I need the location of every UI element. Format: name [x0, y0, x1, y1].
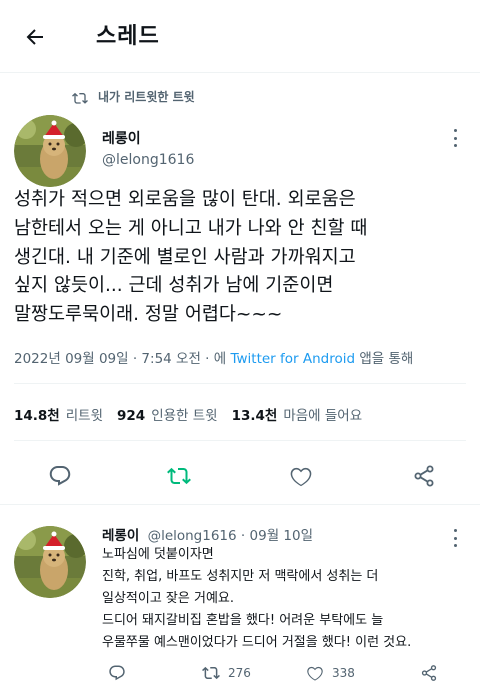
quotes-count: 924 — [117, 408, 146, 424]
likes-stat[interactable]: 13.4천 마음에 들어요 — [232, 404, 363, 424]
reply-action-bar: 276 338 — [102, 664, 472, 688]
author-name[interactable]: 레롱이 — [102, 128, 141, 148]
tweet-datetime[interactable]: 2022년 09월 09일 · 7:54 오전 — [14, 351, 201, 367]
reply-text-line: 일상적이고 잦은 거예요. — [102, 591, 234, 606]
reply-date[interactable]: 09월 10일 — [250, 528, 314, 544]
reply-text-line: 노파심에 덧붙이자면 — [102, 547, 214, 562]
via-prefix: · 에 — [200, 351, 231, 367]
share-button[interactable] — [410, 462, 438, 490]
tweet-text-line: 말짱도루묵이래. 정말 어렵다~~~ — [14, 304, 283, 326]
more-dot — [453, 536, 457, 540]
reply-text-line: 드디어 돼지갈비집 혼밥을 했다! 어려운 부탁에도 늘 — [102, 613, 384, 628]
via-suffix: 앱을 통해 — [355, 351, 414, 367]
retweet-icon — [72, 92, 88, 104]
quotes-stat[interactable]: 924 인용한 트윗 — [117, 404, 218, 424]
reply-author-name[interactable]: 레롱이 — [102, 528, 139, 544]
quotes-label: 인용한 트윗 — [151, 408, 218, 424]
retweet-icon — [202, 666, 220, 680]
back-button[interactable] — [20, 22, 50, 52]
retweets-stat[interactable]: 14.8천 리트윗 — [14, 404, 103, 424]
tweet-text-line: 성취가 적으면 외로움을 많이 탄대. 외로움은 — [14, 189, 356, 210]
page-title: 스레드 — [96, 24, 160, 49]
reply-like-button[interactable]: 338 — [306, 664, 355, 682]
reply-share-button[interactable] — [420, 664, 438, 682]
retweet-context[interactable]: 내가 리트윗한 트윗 — [72, 88, 195, 105]
likes-label: 마음에 들어요 — [283, 408, 363, 424]
arrow-left-icon — [26, 29, 43, 45]
reply-text-line: 우물쭈물 예스맨이었다가 드디어 거절을 했다! 이런 것요. — [102, 635, 412, 650]
retweet-icon — [167, 467, 191, 485]
reply-icon — [49, 466, 71, 486]
reply-reply-button[interactable] — [108, 664, 126, 682]
more-dot — [453, 529, 457, 532]
top-bar: 스레드 — [0, 0, 480, 72]
like-button[interactable] — [287, 462, 315, 490]
share-icon — [414, 465, 434, 487]
reply-author-handle[interactable]: @lelong1616 — [148, 528, 237, 544]
more-dot — [453, 136, 457, 140]
more-dot — [453, 144, 457, 147]
reply-icon — [109, 665, 125, 681]
divider — [14, 383, 466, 384]
reply-retweet-count: 276 — [228, 666, 251, 680]
header-divider — [0, 72, 480, 73]
client-link[interactable]: Twitter for Android — [230, 351, 355, 367]
retweets-count: 14.8천 — [14, 408, 60, 424]
avatar[interactable] — [14, 115, 86, 187]
reply-text-line: 진학, 취업, 바프도 성취지만 저 맥락에서 성취는 더 — [102, 569, 379, 584]
heart-icon — [290, 467, 312, 487]
reply-header: 레롱이 @lelong1616 · 09월 10일 — [102, 524, 313, 544]
reply-separator: · — [240, 528, 246, 544]
likes-count: 13.4천 — [231, 408, 278, 424]
more-dot — [453, 129, 457, 132]
tweet-meta: 2022년 09월 09일 · 7:54 오전 · 에 Twitter for … — [14, 347, 413, 367]
reply-button[interactable] — [46, 462, 74, 490]
divider — [14, 440, 466, 441]
reply-text: 노파심에 덧붙이자면 진학, 취업, 바프도 성취지만 저 맥락에서 성취는 더… — [102, 544, 474, 654]
retweet-context-label: 내가 리트윗한 트윗 — [98, 90, 195, 104]
retweet-button[interactable] — [165, 462, 193, 490]
more-options-button[interactable] — [448, 126, 462, 150]
tweet-stats: 14.8천 리트윗 924 인용한 트윗 13.4천 마음에 들어요 — [14, 404, 376, 424]
reply-like-count: 338 — [332, 666, 355, 680]
share-icon — [421, 665, 437, 681]
heart-icon — [307, 666, 323, 681]
tweet-text-line: 생긴대. 내 기준에 별로인 사람과 가까워지고 — [14, 246, 356, 268]
tweet-text: 성취가 적으면 외로움을 많이 탄대. 외로움은 남한테서 오는 게 아니고 내… — [14, 186, 470, 330]
reply-avatar[interactable] — [14, 526, 86, 598]
tweet-text-line: 싶지 않듯이... 근데 성취가 남에 기준이면 — [14, 275, 334, 297]
retweets-label: 리트윗 — [65, 408, 103, 424]
tweet-text-line: 남한테서 오는 게 아니고 내가 나와 안 친할 때 — [14, 217, 368, 239]
divider — [0, 504, 480, 505]
reply-retweet-button[interactable]: 276 — [202, 664, 251, 682]
author-handle[interactable]: @lelong1616 — [102, 152, 194, 168]
